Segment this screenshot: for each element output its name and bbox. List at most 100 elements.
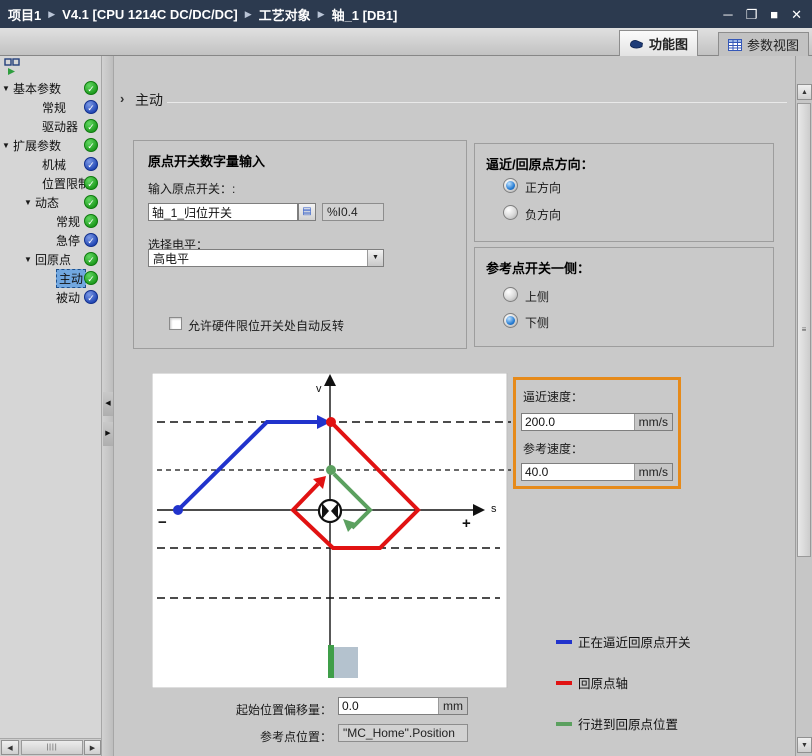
tag-browse-button[interactable]: ▤	[298, 203, 316, 221]
breadcrumb-segment[interactable]: 项目1	[8, 5, 41, 24]
radio-negative-direction[interactable]	[503, 205, 518, 220]
status-blue-check-icon: ✓	[84, 100, 98, 114]
status-blue-check-icon: ✓	[84, 290, 98, 304]
status-green-check-icon: ✓	[84, 195, 98, 209]
minimize-icon[interactable]: ─	[723, 8, 732, 21]
start-offset-field[interactable]: mm	[338, 697, 468, 715]
expander-icon[interactable]: ▼	[2, 141, 13, 150]
collapse-right-icon[interactable]: ▶	[103, 422, 113, 446]
breadcrumb-segment[interactable]: 轴_1 [DB1]	[332, 5, 398, 24]
negative-direction-label: 负方向	[525, 206, 561, 223]
section-chevron-icon[interactable]: ›	[120, 91, 124, 106]
status-green-check-icon: ✓	[84, 214, 98, 228]
legend-label: 行进到回原点位置	[578, 714, 678, 733]
level-select-value: 高电平	[149, 250, 367, 267]
sidebar-item-常规[interactable]: 常规✓	[0, 212, 101, 231]
section-title: 主动	[135, 90, 163, 110]
status-blue-check-icon: ✓	[84, 157, 98, 171]
sidebar-item-被动[interactable]: 被动✓	[0, 288, 101, 307]
sidebar-item-常规[interactable]: 常规✓	[0, 98, 101, 117]
status-green-check-icon: ✓	[84, 81, 98, 95]
auto-reverse-label: 允许硬件限位开关处自动反转	[188, 317, 344, 334]
lower-side-label: 下侧	[525, 314, 549, 331]
scroll-left-icon[interactable]: ◀	[1, 740, 19, 755]
positive-direction-label: 正方向	[525, 179, 561, 196]
tab-parameter-view[interactable]: 参数视图	[718, 32, 809, 56]
maximize-icon[interactable]: ■	[770, 8, 778, 21]
v-axis-label: v	[316, 383, 322, 395]
restore-icon[interactable]: ❐	[746, 8, 758, 21]
collapse-left-icon[interactable]: ◀	[103, 392, 113, 416]
auto-reverse-checkbox[interactable]	[169, 317, 182, 330]
pane-splitter[interactable]: ◀ ▶	[101, 56, 114, 756]
approach-speed-input[interactable]	[522, 414, 634, 430]
homing-switch-title: 原点开关数字量输入	[148, 151, 265, 170]
legend: 正在逼近回原点开关回原点轴行进到回原点位置	[556, 632, 691, 755]
project-tree: ▼基本参数✓常规✓驱动器✓▼扩展参数✓机械✓位置限制✓▼动态✓常规✓急停✓▼回原…	[0, 79, 101, 307]
homing-switch-tag-input[interactable]	[149, 204, 297, 220]
reference-position-field: "MC_Home".Position	[338, 724, 468, 742]
sidebar-item-label: 主动	[56, 269, 86, 288]
switch-bar	[328, 645, 334, 678]
start-offset-unit: mm	[438, 698, 467, 714]
legend-label: 正在逼近回原点开关	[578, 632, 691, 651]
reference-speed-input[interactable]	[522, 464, 634, 480]
tab-function-view[interactable]: 功能图	[619, 30, 698, 56]
start-offset-input[interactable]	[339, 698, 438, 714]
sidebar-item-回原点[interactable]: ▼回原点 ✓	[0, 250, 101, 269]
breadcrumb-segment[interactable]: 工艺对象	[259, 5, 311, 24]
sidebar-item-label: 机械	[42, 156, 66, 173]
radio-positive-direction[interactable]	[503, 178, 518, 193]
breadcrumb-arrow-icon: ▶	[245, 9, 252, 20]
radio-upper-side[interactable]	[503, 287, 518, 302]
window-buttons: ─ ❐ ■ ✕	[723, 0, 802, 28]
navigation-panel: ▼基本参数✓常规✓驱动器✓▼扩展参数✓机械✓位置限制✓▼动态✓常规✓急停✓▼回原…	[0, 56, 101, 738]
switch-side-title: 参考点开关一侧：	[486, 258, 590, 277]
approach-speed-field[interactable]: mm/s	[521, 413, 673, 431]
breadcrumb-segment[interactable]: V4.1 [CPU 1214C DC/DC/DC]	[62, 7, 238, 22]
start-offset-label: 起始位置偏移量：	[150, 701, 332, 718]
sidebar-item-label: 回原点	[35, 251, 71, 268]
expander-icon[interactable]: ▼	[24, 255, 35, 264]
view-tab-bar: 功能图 参数视图	[0, 28, 812, 56]
tia-portal-window: { "titlebar": { "breadcrumb": ["项目1", "V…	[0, 0, 812, 756]
horizontal-scrollbar-thumb[interactable]: ||||	[21, 740, 83, 755]
legend-swatch	[556, 722, 572, 726]
level-select[interactable]: 高电平 ▼	[148, 249, 384, 267]
tab-label: 参数视图	[747, 35, 799, 54]
breadcrumb-arrow-icon: ▶	[48, 9, 55, 20]
approach-speed-unit: mm/s	[634, 414, 672, 430]
radio-lower-side[interactable]	[503, 313, 518, 328]
chevron-down-icon[interactable]: ▼	[367, 250, 383, 266]
scroll-up-icon[interactable]: ▲	[797, 84, 812, 100]
close-icon[interactable]: ✕	[791, 8, 802, 21]
sidebar-item-label: 驱动器	[42, 118, 78, 135]
sidebar-item-急停[interactable]: 急停✓	[0, 231, 101, 250]
horizontal-scrollbar[interactable]: ◀ |||| ▶	[0, 738, 101, 756]
homing-switch-tag-field[interactable]	[148, 203, 298, 221]
vertical-scrollbar-thumb[interactable]: ≡	[797, 103, 811, 557]
sidebar-item-动态[interactable]: ▼动态 ✓	[0, 193, 101, 212]
scroll-down-icon[interactable]: ▼	[797, 737, 812, 753]
sidebar-item-基本参数[interactable]: ▼基本参数✓	[0, 79, 101, 98]
approach-speed-label: 逼近速度：	[523, 388, 583, 405]
input-homing-switch-label: 输入原点开关：:	[148, 180, 235, 197]
parameter-view-icon	[728, 39, 742, 51]
sidebar-item-位置限制[interactable]: 位置限制✓	[0, 174, 101, 193]
scroll-right-icon[interactable]: ▶	[84, 740, 101, 755]
function-view-icon	[629, 37, 644, 50]
status-green-check-icon: ✓	[84, 252, 98, 266]
reference-speed-field[interactable]: mm/s	[521, 463, 673, 481]
expander-icon[interactable]: ▼	[24, 198, 35, 207]
sidebar-item-机械[interactable]: 机械 ✓	[0, 155, 101, 174]
sidebar-item-主动[interactable]: 主动✓	[0, 269, 101, 288]
section-rule	[167, 102, 787, 103]
title-bar: 项目1▶V4.1 [CPU 1214C DC/DC/DC]▶工艺对象▶轴_1 […	[0, 0, 812, 28]
sidebar-item-label: 动态	[35, 194, 59, 211]
function-chart-mini-icon	[4, 58, 22, 76]
sidebar-item-驱动器[interactable]: 驱动器✓	[0, 117, 101, 136]
vertical-scrollbar[interactable]: ▲ ≡ ▼	[795, 56, 812, 756]
legend-item: 回原点轴	[556, 673, 691, 692]
expander-icon[interactable]: ▼	[2, 84, 13, 93]
sidebar-item-扩展参数[interactable]: ▼扩展参数✓	[0, 136, 101, 155]
